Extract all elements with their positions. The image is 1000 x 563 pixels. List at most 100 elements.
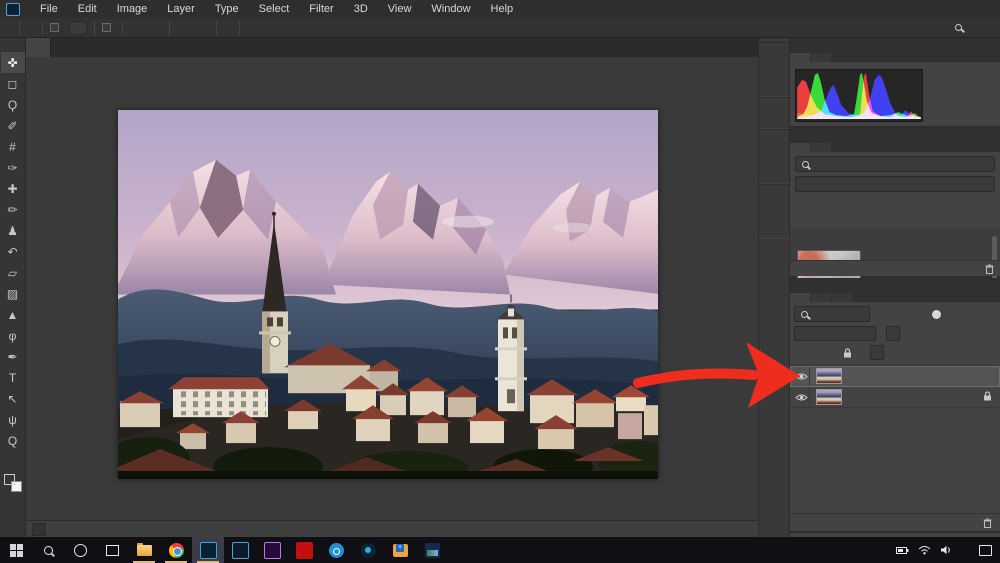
library-select[interactable] xyxy=(795,176,995,192)
volume-icon[interactable] xyxy=(940,545,952,555)
layer-row-layer-1[interactable] xyxy=(790,366,1000,387)
tab-layers[interactable] xyxy=(790,293,810,302)
info-panel-icon[interactable] xyxy=(762,212,786,234)
search-icon xyxy=(801,310,808,318)
edit-toolbar-button[interactable] xyxy=(1,451,25,467)
lock-all-icon[interactable] xyxy=(843,347,852,358)
visibility-eye-icon[interactable] xyxy=(794,366,810,386)
character-panel-icon[interactable] xyxy=(762,134,786,156)
search-icon[interactable] xyxy=(955,24,962,31)
cortana-icon[interactable] xyxy=(64,537,96,563)
path-selection-tool[interactable]: ↖ xyxy=(1,388,25,409)
filter-toggle[interactable] xyxy=(932,309,941,319)
library-content xyxy=(790,228,1000,288)
delete-icon[interactable] xyxy=(985,263,994,274)
move-tool[interactable]: ✜ xyxy=(0,52,25,73)
camera-app-icon[interactable] xyxy=(320,537,352,563)
canvas-area[interactable] xyxy=(26,57,758,520)
document-tab[interactable] xyxy=(26,38,51,57)
actions-panel-icon[interactable] xyxy=(762,70,786,92)
menu-item[interactable]: View xyxy=(378,1,422,17)
menu-item[interactable]: Window xyxy=(421,1,480,17)
menu-item[interactable]: Edit xyxy=(68,1,107,17)
pen-tool[interactable]: ✒ xyxy=(1,346,25,367)
lightroom-icon[interactable] xyxy=(224,537,256,563)
color-swatches[interactable] xyxy=(3,473,23,493)
fill-field[interactable] xyxy=(870,345,884,360)
menu-items: File Edit Image Layer Type Select Filter 3D View… xyxy=(30,1,523,17)
tab-libraries[interactable] xyxy=(790,143,810,152)
layer-row-background[interactable] xyxy=(790,387,1000,408)
layers-panel-footer xyxy=(790,513,1000,531)
ps-app-icon[interactable] xyxy=(6,2,20,16)
menu-item[interactable]: Filter xyxy=(299,1,343,17)
taskbar-search-icon[interactable] xyxy=(32,537,64,563)
menu-item[interactable]: 3D xyxy=(344,1,378,17)
photos-app-icon[interactable] xyxy=(416,537,448,563)
clone-stamp-tool[interactable]: ♟ xyxy=(1,220,25,241)
layers-panel xyxy=(790,278,1000,533)
layer-thumbnail[interactable] xyxy=(816,389,842,405)
screen-mode-button[interactable] xyxy=(1,509,25,525)
start-button[interactable] xyxy=(0,537,32,563)
lasso-tool[interactable]: Ϙ xyxy=(1,94,25,115)
history-brush-tool[interactable]: ↶ xyxy=(1,241,25,262)
quick-mask-button[interactable] xyxy=(1,493,25,509)
menu-item[interactable]: Image xyxy=(107,1,158,17)
rect-marquee-tool[interactable]: ◻ xyxy=(1,73,25,94)
tab-channels[interactable] xyxy=(811,293,831,302)
spot-healing-tool[interactable]: ✚ xyxy=(1,178,25,199)
quick-selection-tool[interactable]: ✐ xyxy=(1,115,25,136)
file-explorer-icon[interactable] xyxy=(128,537,160,563)
tab-paths[interactable] xyxy=(832,293,852,302)
visibility-eye-icon[interactable] xyxy=(794,387,810,407)
tab-adjustments[interactable] xyxy=(811,143,831,152)
task-view-icon[interactable] xyxy=(96,537,128,563)
crop-tool[interactable]: # xyxy=(1,136,25,157)
brush-tool[interactable]: ✏ xyxy=(1,199,25,220)
toolbar-collapse-icon[interactable] xyxy=(0,38,25,52)
action-center-icon[interactable] xyxy=(979,544,992,556)
cyberlink-icon[interactable] xyxy=(352,537,384,563)
filezilla-icon[interactable] xyxy=(288,537,320,563)
filter-kind-dropdown[interactable] xyxy=(794,306,870,322)
clone-source-panel-icon[interactable] xyxy=(762,102,786,124)
type-tool[interactable]: T xyxy=(1,367,25,388)
paragraph-panel-icon[interactable] xyxy=(762,157,786,179)
brush-settings-panel-icon[interactable] xyxy=(762,47,786,69)
delete-layer-icon[interactable] xyxy=(983,517,992,528)
zoom-tool[interactable]: Q xyxy=(1,430,25,451)
chrome-icon[interactable] xyxy=(160,537,192,563)
gradient-tool[interactable]: ▨ xyxy=(1,283,25,304)
eyedropper-tool[interactable]: ✑ xyxy=(1,157,25,178)
pen-battery-icon[interactable] xyxy=(896,546,909,555)
menu-item[interactable]: Help xyxy=(481,1,524,17)
auto-select-checkbox[interactable] xyxy=(50,23,59,32)
show-transform-checkbox[interactable] xyxy=(102,23,111,32)
foreground-color-swatch[interactable] xyxy=(3,474,15,485)
blur-tool[interactable]: ▲ xyxy=(1,304,25,325)
document-canvas-photo[interactable] xyxy=(118,110,658,479)
photoshop-taskbar-icon[interactable] xyxy=(192,537,224,563)
menu-item[interactable]: File xyxy=(30,1,68,17)
library-search-input[interactable] xyxy=(814,158,982,170)
menu-item[interactable]: Select xyxy=(249,1,300,17)
tab-histogram[interactable] xyxy=(790,53,810,62)
opacity-field[interactable] xyxy=(886,326,900,341)
zoom-level-field[interactable] xyxy=(32,522,46,536)
dodge-tool[interactable]: φ xyxy=(1,325,25,346)
premiere-icon[interactable] xyxy=(256,537,288,563)
eraser-tool[interactable]: ▱ xyxy=(1,262,25,283)
wifi-icon[interactable] xyxy=(918,545,931,555)
blend-mode-select[interactable] xyxy=(794,326,876,341)
toolbox-app-icon[interactable] xyxy=(384,537,416,563)
auto-select-target-dropdown[interactable] xyxy=(69,20,87,35)
libraries-panel xyxy=(790,128,1000,288)
hand-tool[interactable]: ψ xyxy=(1,409,25,430)
tab-navigator[interactable] xyxy=(811,53,831,62)
timeline-panel-icon[interactable] xyxy=(762,189,786,211)
menu-item[interactable]: Layer xyxy=(157,1,205,17)
layer-thumbnail[interactable] xyxy=(816,368,842,384)
menu-item[interactable]: Type xyxy=(205,1,249,17)
histogram-graph xyxy=(795,69,923,122)
